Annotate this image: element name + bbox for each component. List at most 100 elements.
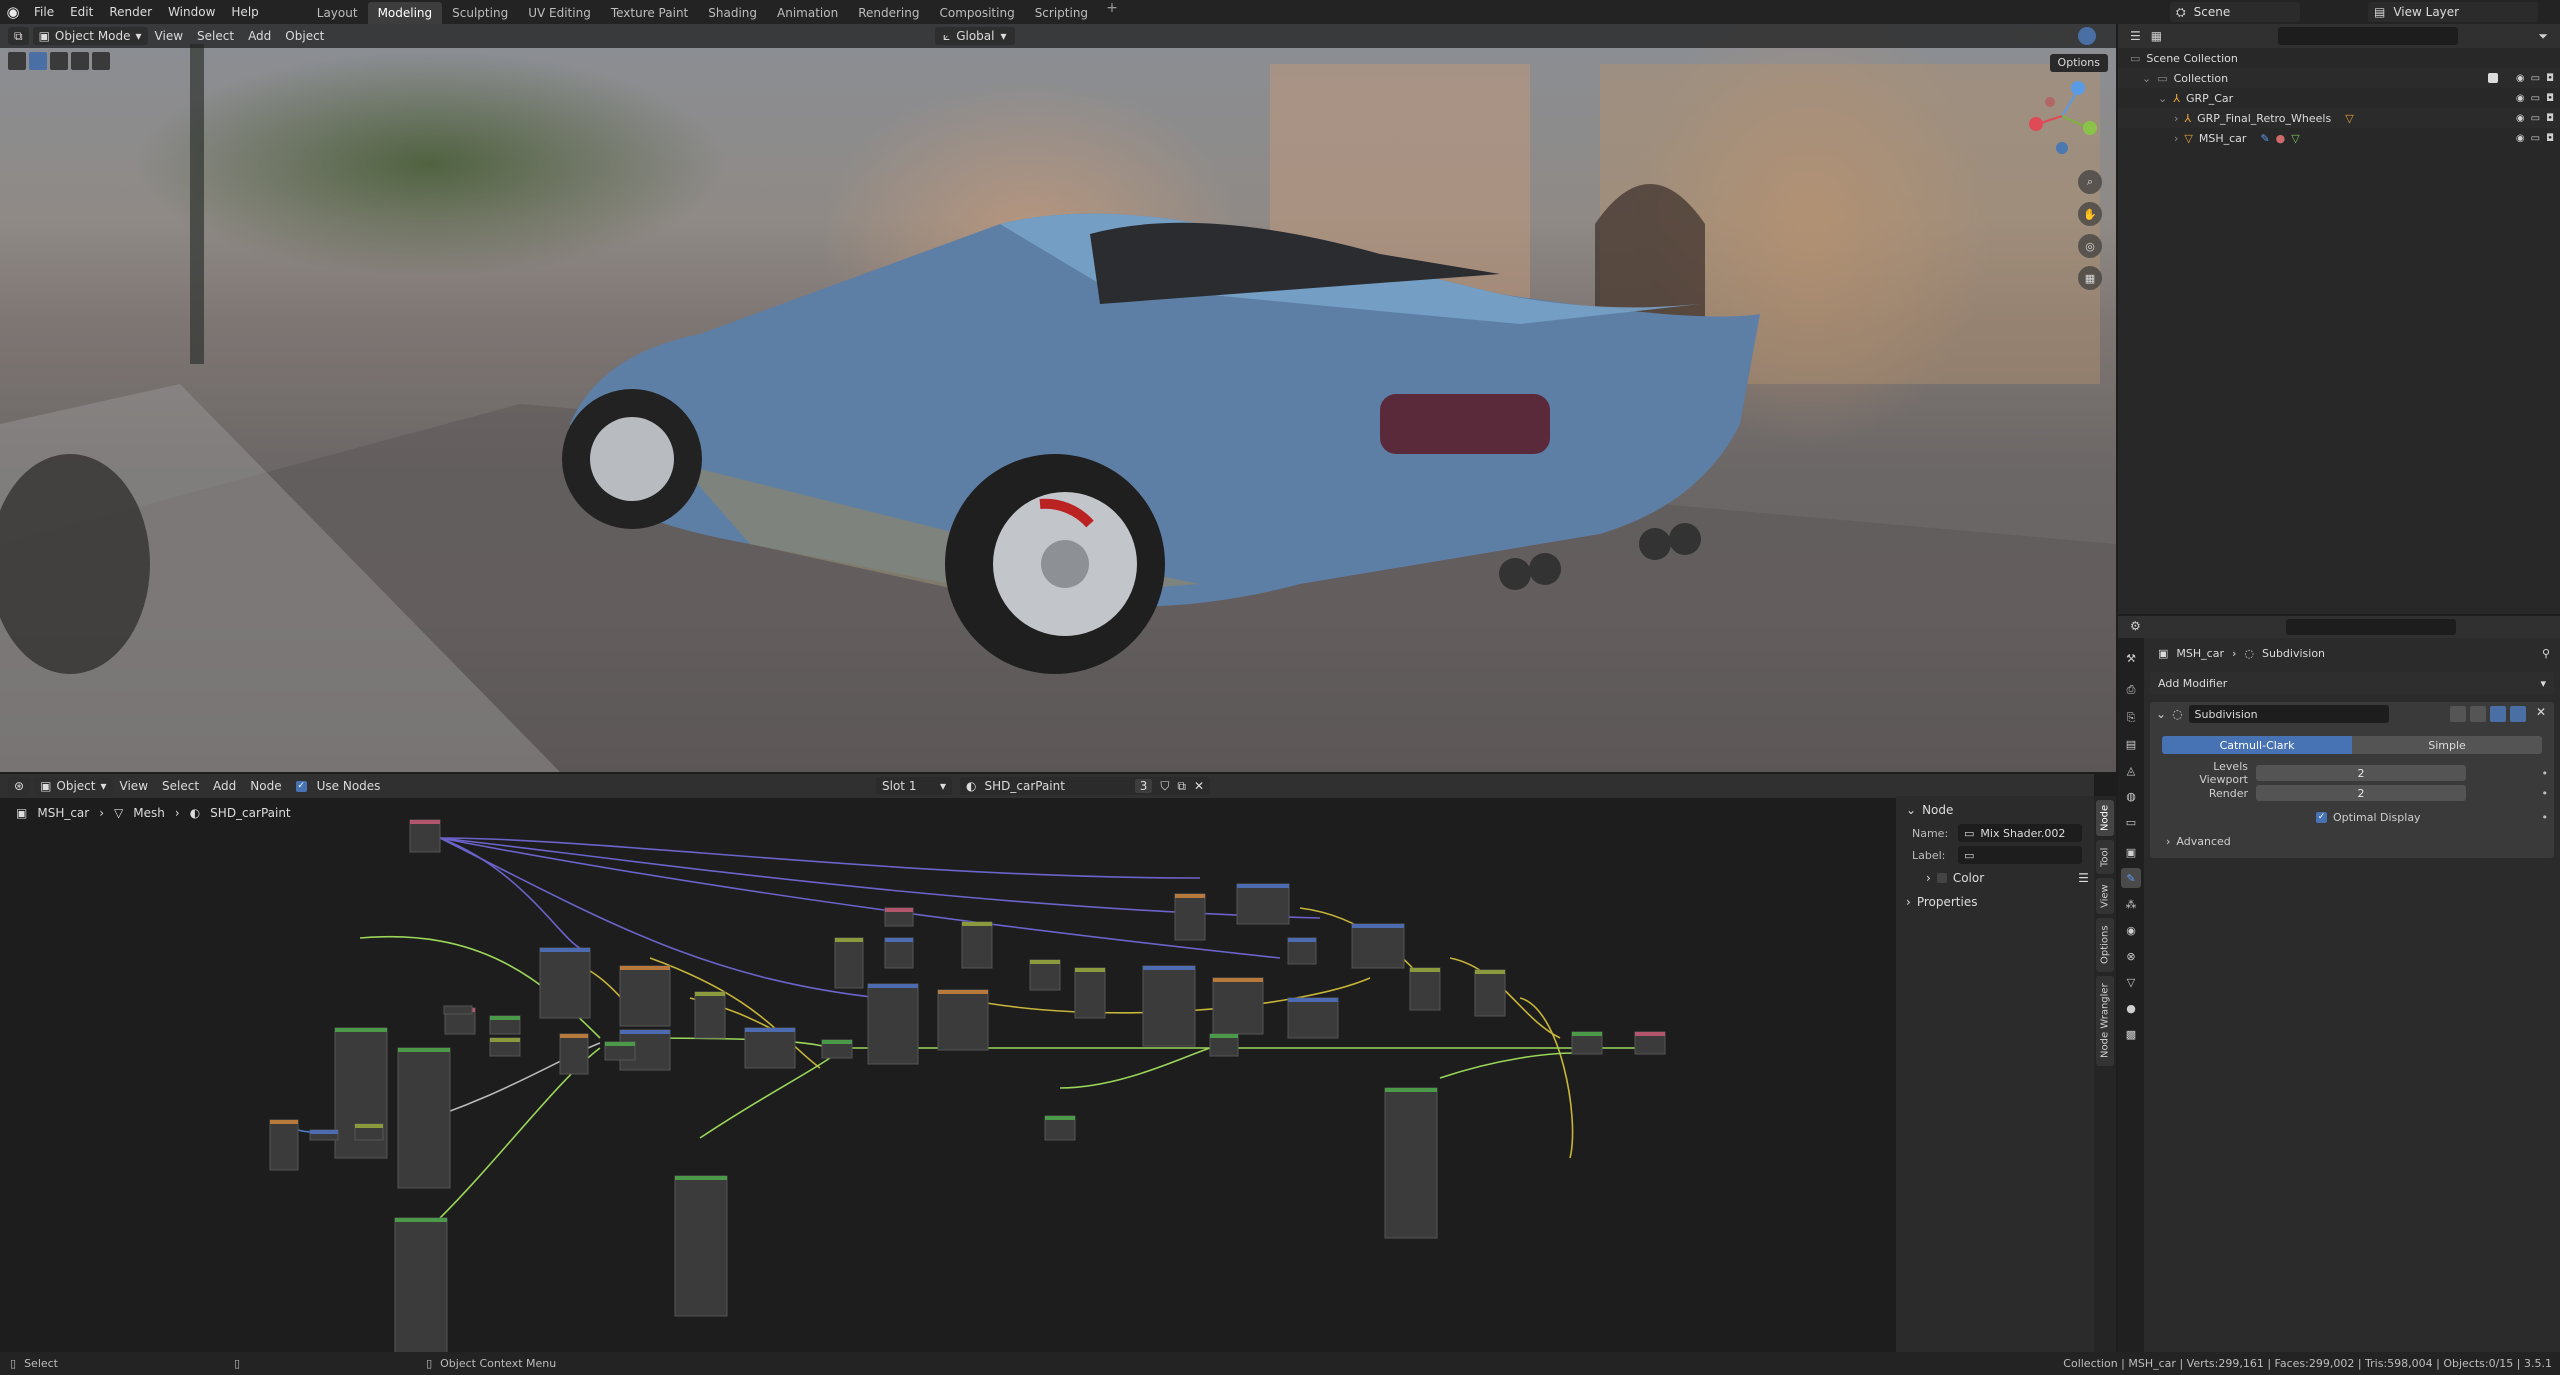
material-selector[interactable]: ◐ SHD_carPaint 3 ⛉ ⧉ ✕: [960, 777, 1210, 795]
tab-layout[interactable]: Layout: [307, 2, 368, 24]
use-nodes-checkbox[interactable]: ✓: [295, 780, 307, 792]
node-name-field[interactable]: ▭ Mix Shader.002: [1958, 824, 2082, 842]
advanced-subpanel[interactable]: › Advanced: [2162, 832, 2552, 850]
render-levels-field[interactable]: 2: [2256, 785, 2466, 801]
render-tab-icon[interactable]: ⎙: [2121, 680, 2141, 700]
eye-icon[interactable]: ◉: [2516, 73, 2525, 84]
properties-editor[interactable]: ⚙ ⚒ ⎙ ⎘ ▤ ◬ ◍ ▭ ▣ ✎ ⁂ ◉ ⊗ ▽ ● ▩ ▣ MSH_ca…: [2118, 616, 2560, 1352]
sidebar-tab-options[interactable]: Options: [2096, 918, 2114, 972]
menu-render[interactable]: Render: [101, 0, 160, 24]
tab-modeling[interactable]: Modeling: [367, 2, 443, 24]
constraints-tab-icon[interactable]: ⊗: [2121, 946, 2141, 966]
node-menu-node[interactable]: Node: [243, 779, 288, 793]
sidebar-tab-view[interactable]: View: [2096, 878, 2114, 914]
tool-cursor-icon[interactable]: [8, 52, 26, 70]
camera-icon[interactable]: ◎: [2078, 234, 2102, 258]
view-layer-selector[interactable]: ▤ View Layer: [2368, 2, 2538, 22]
visibility-toggles[interactable]: ◉ ▭ ◘: [2516, 133, 2554, 144]
tab-shading[interactable]: Shading: [698, 2, 767, 24]
navigation-gizmo[interactable]: [2022, 76, 2102, 156]
display-mode-icon[interactable]: ▦: [2151, 29, 2162, 43]
material-slot-selector[interactable]: Slot 1 ▾: [876, 777, 952, 795]
menu-file[interactable]: File: [26, 0, 62, 24]
pan-hand-icon[interactable]: ✋: [2078, 202, 2102, 226]
properties-section-header[interactable]: › Properties: [1896, 890, 2094, 914]
physics-tab-icon[interactable]: ◉: [2121, 920, 2141, 940]
viewport-menu-object[interactable]: Object: [278, 29, 331, 43]
visibility-toggles[interactable]: ◉ ▭ ◘: [2516, 73, 2554, 84]
outliner-row-grp-final-retro-wheels[interactable]: › ⅄ GRP_Final_Retro_Wheels ▽ ◉ ▭ ◘: [2118, 108, 2560, 128]
list-icon[interactable]: ☰: [2078, 871, 2089, 885]
eye-icon[interactable]: ◉: [2516, 133, 2525, 144]
keyframe-dot-icon[interactable]: •: [2542, 787, 2549, 800]
viewport-menu-add[interactable]: Add: [241, 29, 278, 43]
tool-tab-icon[interactable]: ⚒: [2121, 648, 2141, 668]
modifier-name-field[interactable]: Subdivision: [2188, 705, 2389, 723]
outliner-search-input[interactable]: [2278, 27, 2458, 45]
select-invert-icon[interactable]: [92, 52, 110, 70]
sidebar-tab-tool[interactable]: Tool: [2096, 840, 2114, 874]
zoom-icon[interactable]: ⌕: [2078, 170, 2102, 194]
particles-tab-icon[interactable]: ⁂: [2121, 894, 2141, 914]
grid-perspective-icon[interactable]: ▦: [2078, 266, 2102, 290]
shader-node-editor[interactable]: ⊛ ▣ Object ▾ View Select Add Node ✓ Use …: [0, 774, 2094, 1352]
node-section-header[interactable]: ⌄ Node: [1896, 798, 2094, 822]
filter-icon[interactable]: ⏷: [2538, 29, 2548, 44]
color-checkbox[interactable]: [1936, 873, 1947, 883]
texture-tab-icon[interactable]: ▩: [2121, 1024, 2141, 1044]
tab-rendering[interactable]: Rendering: [848, 2, 929, 24]
shield-icon[interactable]: ⛉: [1160, 779, 1169, 794]
tab-sculpting[interactable]: Sculpting: [442, 2, 518, 24]
object-tab-icon[interactable]: ▣: [2121, 842, 2141, 862]
levels-viewport-field[interactable]: 2: [2256, 765, 2466, 781]
material-preview-shading-icon[interactable]: [2057, 27, 2075, 45]
data-tab-icon[interactable]: ▽: [2121, 972, 2141, 992]
node-menu-view[interactable]: View: [113, 779, 155, 793]
editor-type-button[interactable]: ⧉: [8, 27, 29, 45]
tab-uv-editing[interactable]: UV Editing: [518, 2, 601, 24]
menu-edit[interactable]: Edit: [62, 0, 101, 24]
collection-tab-icon[interactable]: ▭: [2121, 812, 2141, 832]
color-subpanel[interactable]: › Color ☰: [1896, 866, 2094, 890]
node-menu-select[interactable]: Select: [155, 779, 206, 793]
visibility-toggles[interactable]: ◉ ▭ ◘: [2516, 93, 2554, 104]
select-new-icon[interactable]: [29, 52, 47, 70]
camera-icon[interactable]: ◘: [2546, 113, 2554, 124]
material-tab-icon[interactable]: ●: [2121, 998, 2141, 1018]
scene-selector[interactable]: ⛭ Scene: [2170, 2, 2300, 22]
node-graph[interactable]: [0, 798, 1890, 1352]
view-layer-tab-icon[interactable]: ▤: [2121, 734, 2141, 754]
pin-icon[interactable]: ⚲: [2542, 647, 2550, 660]
eye-icon[interactable]: ◉: [2516, 93, 2525, 104]
keyframe-dot-icon[interactable]: •: [2542, 767, 2549, 780]
camera-icon[interactable]: ◘: [2546, 93, 2554, 104]
outliner[interactable]: ☰ ▦ ⏷ ▭ Scene Collection ⌄ ▭ Collection …: [2118, 24, 2560, 614]
options-dropdown[interactable]: Options: [2049, 54, 2108, 72]
eye-icon[interactable]: ◉: [2516, 113, 2525, 124]
node-label-field[interactable]: ▭: [1958, 846, 2082, 864]
add-workspace-icon[interactable]: +: [1098, 0, 1126, 24]
modifier-tab-icon[interactable]: ✎: [2121, 868, 2141, 888]
transform-orientation-selector[interactable]: ⟀ Global ▾: [935, 27, 1015, 45]
viewport-menu-select[interactable]: Select: [190, 29, 241, 43]
wireframe-shading-icon[interactable]: [2015, 27, 2033, 45]
properties-search-input[interactable]: [2286, 619, 2456, 635]
sidebar-tab-node[interactable]: Node: [2096, 800, 2114, 836]
keyframe-dot-icon[interactable]: •: [2542, 811, 2549, 824]
properties-editor-icon[interactable]: ⚙: [2130, 619, 2141, 633]
outliner-editor-icon[interactable]: ☰: [2130, 29, 2141, 43]
outliner-row-scene-collection[interactable]: ▭ Scene Collection: [2118, 48, 2560, 68]
tab-scripting[interactable]: Scripting: [1025, 2, 1098, 24]
close-icon[interactable]: ✕: [1194, 779, 1204, 793]
on-cage-icon[interactable]: [2450, 706, 2466, 722]
node-menu-add[interactable]: Add: [206, 779, 243, 793]
screen-icon[interactable]: ▭: [2531, 113, 2540, 124]
exclude-checkbox[interactable]: [2488, 73, 2498, 83]
tab-compositing[interactable]: Compositing: [929, 2, 1024, 24]
duplicate-icon[interactable]: ⧉: [1177, 779, 1186, 794]
remove-modifier-close-icon[interactable]: ✕: [2536, 705, 2546, 719]
outliner-row-msh-car[interactable]: › ▽ MSH_car ✎ ● ▽ ◉ ▭ ◘: [2118, 128, 2560, 148]
menu-window[interactable]: Window: [160, 0, 223, 24]
screen-icon[interactable]: ▭: [2531, 133, 2540, 144]
edit-mode-icon[interactable]: [2470, 706, 2486, 722]
